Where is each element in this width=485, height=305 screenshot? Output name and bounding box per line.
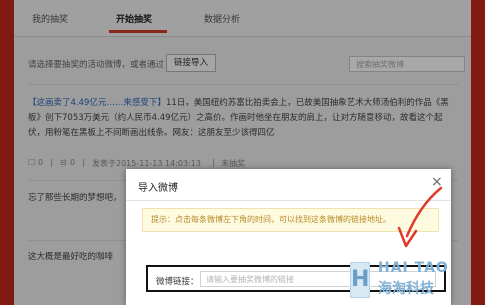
watermark: H HAI TAO 海淘科技: [350, 254, 470, 302]
watermark-cn: 海淘科技: [378, 281, 434, 297]
watermark-logo-icon: H: [350, 262, 370, 298]
watermark-en: HAI TAO: [378, 260, 449, 276]
